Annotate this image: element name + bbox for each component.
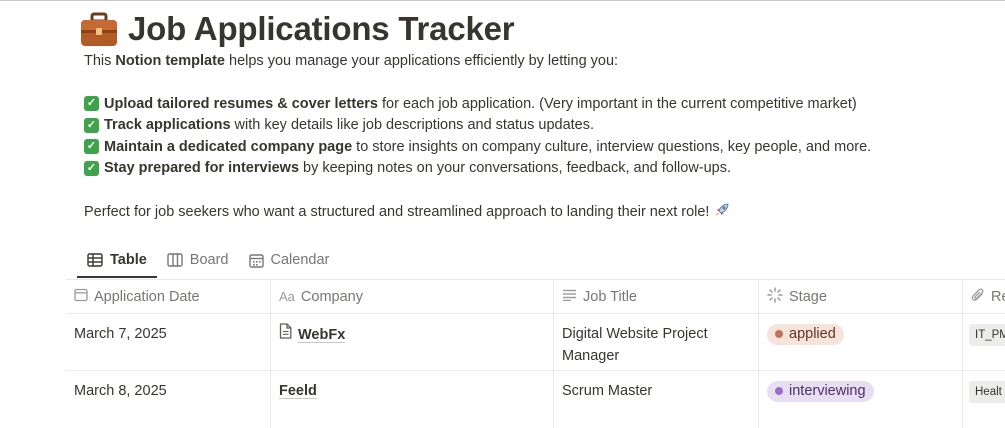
list-icon	[562, 289, 577, 305]
table-row[interactable]: March 7, 2025 WebFx Digital Website Proj…	[66, 314, 1005, 371]
application-date: March 7, 2025	[74, 326, 167, 342]
table-header-row: Application Date Aa Company Job Title St…	[66, 280, 1005, 314]
stage-cell[interactable]: applied	[759, 314, 963, 370]
window-top-border	[0, 0, 1005, 1]
status-badge[interactable]: interviewing	[767, 380, 874, 402]
status-dot	[775, 387, 783, 395]
column-label: Re	[991, 288, 1005, 305]
tab-calendar[interactable]: Calendar	[239, 244, 340, 276]
status-label: applied	[789, 325, 836, 342]
status-icon	[767, 286, 783, 307]
company-link[interactable]: WebFx	[298, 324, 345, 346]
file-attachment[interactable]: Healt	[969, 381, 1005, 403]
list-item: ✓ Maintain a dedicated company page to st…	[84, 136, 871, 158]
checkmark-icon: ✓	[84, 160, 99, 176]
resume-cell[interactable]: IT_PM	[963, 314, 1005, 370]
status-badge[interactable]: applied	[767, 323, 844, 345]
column-label: Company	[300, 288, 363, 305]
stage-cell[interactable]: interviewing	[759, 371, 963, 428]
outro-text: Perfect for job seekers who want a struc…	[84, 202, 730, 222]
resume-cell[interactable]: Healt	[963, 371, 1005, 428]
page-title[interactable]: Job Applications Tracker	[128, 10, 515, 48]
status-dot	[775, 330, 783, 338]
tab-label: Board	[189, 252, 229, 268]
text-icon: Aa	[279, 289, 295, 304]
calendar-icon	[74, 288, 88, 306]
job-title: Scrum Master	[562, 383, 653, 399]
intro-text: This Notion template helps you manage yo…	[84, 53, 619, 69]
application-date: March 8, 2025	[74, 383, 167, 399]
column-label: Job Title	[583, 288, 637, 305]
checkmark-icon: ✓	[84, 117, 99, 133]
tab-label: Table	[110, 252, 147, 268]
rocket-icon	[714, 202, 730, 222]
status-label: interviewing	[789, 382, 866, 399]
table-row[interactable]: March 8, 2025 Feeld Scrum Master intervi…	[66, 371, 1005, 428]
checkmark-icon: ✓	[84, 96, 99, 112]
checkmark-icon: ✓	[84, 139, 99, 155]
tab-board[interactable]: Board	[157, 244, 239, 276]
view-tabs: Table Board Calendar	[77, 244, 339, 278]
column-header-company[interactable]: Aa Company	[271, 280, 554, 313]
list-item: ✓ Track applications with key details lik…	[84, 115, 871, 137]
feature-list: ✓ Upload tailored resumes & cover letter…	[84, 93, 871, 179]
column-label: Stage	[789, 288, 827, 305]
application-date-cell[interactable]: March 8, 2025	[66, 371, 271, 428]
job-title-cell[interactable]: Digital Website Project Manager	[554, 314, 759, 370]
tab-label: Calendar	[270, 252, 330, 268]
column-header-application-date[interactable]: Application Date	[66, 280, 271, 313]
tab-table[interactable]: Table	[77, 244, 157, 278]
paperclip-icon	[971, 287, 985, 307]
company-cell[interactable]: WebFx	[271, 314, 554, 370]
briefcase-icon[interactable]	[80, 11, 118, 47]
calendar-icon	[248, 253, 264, 268]
job-title: Digital Website Project Manager	[562, 326, 708, 364]
file-attachment[interactable]: IT_PM	[969, 324, 1005, 346]
page-header: Job Applications Tracker	[80, 8, 515, 50]
column-header-resume[interactable]: Re	[963, 280, 1005, 313]
application-date-cell[interactable]: March 7, 2025	[66, 314, 271, 370]
column-label: Application Date	[94, 288, 200, 305]
board-icon	[167, 253, 183, 267]
column-header-job-title[interactable]: Job Title	[554, 280, 759, 313]
column-header-stage[interactable]: Stage	[759, 280, 963, 313]
list-item: ✓ Upload tailored resumes & cover letter…	[84, 93, 871, 115]
table-icon	[87, 253, 103, 267]
company-link[interactable]: Feeld	[279, 380, 317, 402]
list-item: ✓ Stay prepared for interviews by keeping…	[84, 158, 871, 180]
page-icon	[279, 323, 292, 346]
job-title-cell[interactable]: Scrum Master	[554, 371, 759, 428]
company-cell[interactable]: Feeld	[271, 371, 554, 428]
applications-table: Application Date Aa Company Job Title St…	[66, 279, 1005, 428]
